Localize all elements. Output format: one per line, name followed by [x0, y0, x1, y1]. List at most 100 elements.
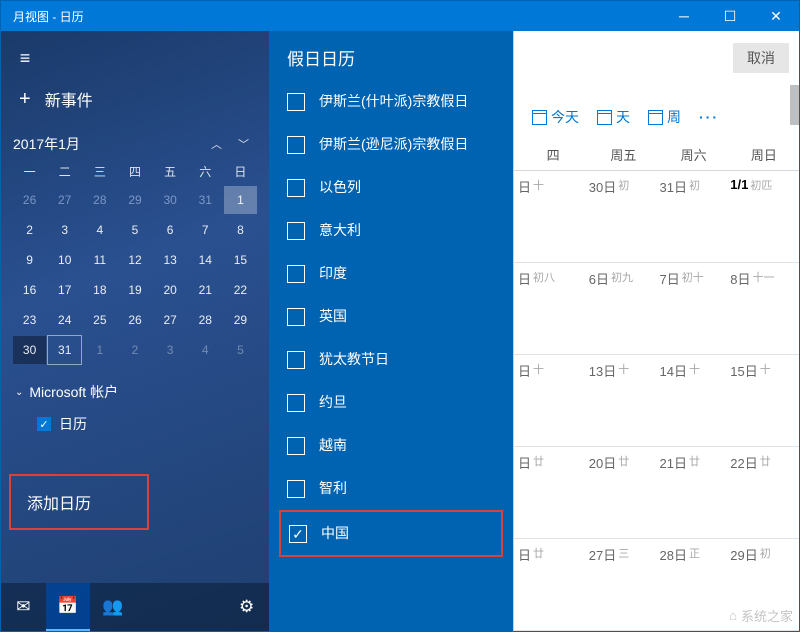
today-button[interactable]: 今天 [526, 103, 585, 131]
day-cell[interactable]: 20日廿 [587, 453, 658, 538]
mini-day-cell[interactable]: 12 [118, 246, 151, 274]
holiday-item[interactable]: 意大利 [279, 209, 503, 252]
day-cell[interactable]: 1/1初匹 [728, 177, 799, 262]
mini-day-cell[interactable]: 22 [224, 276, 257, 304]
checkbox-icon[interactable] [287, 179, 305, 197]
day-cell[interactable]: 21日廿 [658, 453, 729, 538]
prev-month-button[interactable]: ︿ [211, 136, 222, 152]
mini-day-cell[interactable]: 17 [48, 276, 81, 304]
mini-day-cell[interactable]: 28 [189, 306, 222, 334]
hamburger-icon[interactable]: ≡ [1, 39, 49, 77]
mini-day-cell[interactable]: 2 [13, 216, 46, 244]
mini-month-label[interactable]: 2017年1月 [13, 134, 211, 154]
people-icon[interactable]: 👥 [90, 583, 135, 631]
checkbox-icon[interactable] [287, 222, 305, 240]
checkbox-icon[interactable] [287, 308, 305, 326]
day-cell[interactable]: 30日初 [587, 177, 658, 262]
mini-day-cell[interactable]: 4 [83, 216, 116, 244]
mini-day-cell[interactable]: 28 [83, 186, 116, 214]
minimize-button[interactable]: ─ [661, 1, 707, 31]
account-header[interactable]: ⌄ Microsoft 帐户 [15, 382, 255, 402]
mini-day-cell[interactable]: 29 [118, 186, 151, 214]
next-month-button[interactable]: ﹀ [238, 136, 249, 152]
mini-day-cell[interactable]: 1 [83, 336, 116, 364]
day-cell[interactable]: 日十 [516, 361, 587, 446]
mini-day-cell[interactable]: 14 [189, 246, 222, 274]
account-calendar-item[interactable]: ✓ 日历 [15, 402, 255, 434]
mini-day-cell[interactable]: 27 [154, 306, 187, 334]
day-cell[interactable]: 13日十 [587, 361, 658, 446]
day-cell[interactable]: 27日三 [587, 545, 658, 630]
day-cell[interactable]: 日廿 [516, 545, 587, 630]
holiday-item[interactable]: 英国 [279, 295, 503, 338]
day-cell[interactable]: 29日初 [728, 545, 799, 630]
day-cell[interactable]: 日初八 [516, 269, 587, 354]
mini-day-cell[interactable]: 10 [48, 246, 81, 274]
mini-day-cell[interactable]: 3 [154, 336, 187, 364]
week-view-button[interactable]: 周 [642, 103, 687, 131]
mini-day-cell[interactable]: 27 [48, 186, 81, 214]
day-cell[interactable]: 15日十 [728, 361, 799, 446]
day-view-button[interactable]: 天 [591, 103, 636, 131]
mini-day-cell[interactable]: 21 [189, 276, 222, 304]
mini-day-cell[interactable]: 23 [13, 306, 46, 334]
mini-day-cell[interactable]: 26 [13, 186, 46, 214]
mini-day-cell[interactable]: 9 [13, 246, 46, 274]
mini-day-cell[interactable]: 31 [48, 336, 81, 364]
mini-day-cell[interactable]: 7 [189, 216, 222, 244]
holiday-item[interactable]: 智利 [279, 467, 503, 510]
mini-day-cell[interactable]: 5 [224, 336, 257, 364]
mini-day-cell[interactable]: 15 [224, 246, 257, 274]
mini-day-cell[interactable]: 18 [83, 276, 116, 304]
checkbox-icon[interactable] [287, 437, 305, 455]
mini-day-cell[interactable]: 31 [189, 186, 222, 214]
holiday-item[interactable]: 以色列 [279, 166, 503, 209]
checkbox-icon[interactable] [287, 136, 305, 154]
mini-day-cell[interactable]: 6 [154, 216, 187, 244]
mini-day-cell[interactable]: 11 [83, 246, 116, 274]
mini-day-cell[interactable]: 24 [48, 306, 81, 334]
mini-day-cell[interactable]: 13 [154, 246, 187, 274]
checkbox-icon[interactable] [287, 93, 305, 111]
checkbox-icon[interactable] [287, 351, 305, 369]
holiday-item[interactable]: ✓中国 [279, 510, 503, 557]
mini-day-cell[interactable]: 2 [118, 336, 151, 364]
holiday-item[interactable]: 约旦 [279, 381, 503, 424]
add-calendar-button[interactable]: 添加日历 [9, 474, 149, 530]
mini-day-cell[interactable]: 8 [224, 216, 257, 244]
mini-day-cell[interactable]: 29 [224, 306, 257, 334]
calendar-icon[interactable]: 📅 [46, 583, 91, 631]
mini-day-cell[interactable]: 30 [154, 186, 187, 214]
day-cell[interactable]: 14日十 [658, 361, 729, 446]
cancel-button[interactable]: 取消 [733, 43, 789, 73]
scrollbar-thumb[interactable] [790, 85, 799, 125]
new-event-button[interactable]: + 新事件 [1, 77, 269, 125]
day-cell[interactable]: 日廿 [516, 453, 587, 538]
mini-day-cell[interactable]: 26 [118, 306, 151, 334]
close-button[interactable]: ✕ [753, 1, 799, 31]
holiday-item[interactable]: 印度 [279, 252, 503, 295]
mini-day-cell[interactable]: 20 [154, 276, 187, 304]
day-cell[interactable]: 7日初十 [658, 269, 729, 354]
mini-day-cell[interactable]: 4 [189, 336, 222, 364]
day-cell[interactable]: 28日正 [658, 545, 729, 630]
holiday-item[interactable]: 伊斯兰(逊尼派)宗教假日 [279, 123, 503, 166]
checkbox-icon[interactable] [287, 394, 305, 412]
checkbox-icon[interactable] [287, 265, 305, 283]
checkbox-icon[interactable]: ✓ [289, 525, 307, 543]
day-cell[interactable]: 日十 [516, 177, 587, 262]
holiday-item[interactable]: 伊斯兰(什叶派)宗教假日 [279, 80, 503, 123]
holiday-item[interactable]: 犹太教节日 [279, 338, 503, 381]
mini-day-cell[interactable]: 30 [13, 336, 46, 364]
mini-day-cell[interactable]: 16 [13, 276, 46, 304]
maximize-button[interactable]: ☐ [707, 1, 753, 31]
mini-day-cell[interactable]: 5 [118, 216, 151, 244]
checkbox-on-icon[interactable]: ✓ [37, 417, 51, 431]
more-button[interactable]: ··· [693, 109, 725, 125]
day-cell[interactable]: 22日廿 [728, 453, 799, 538]
day-cell[interactable]: 8日十一 [728, 269, 799, 354]
checkbox-icon[interactable] [287, 480, 305, 498]
mini-day-cell[interactable]: 1 [224, 186, 257, 214]
day-cell[interactable]: 6日初九 [587, 269, 658, 354]
settings-icon[interactable]: ⚙ [224, 583, 269, 631]
